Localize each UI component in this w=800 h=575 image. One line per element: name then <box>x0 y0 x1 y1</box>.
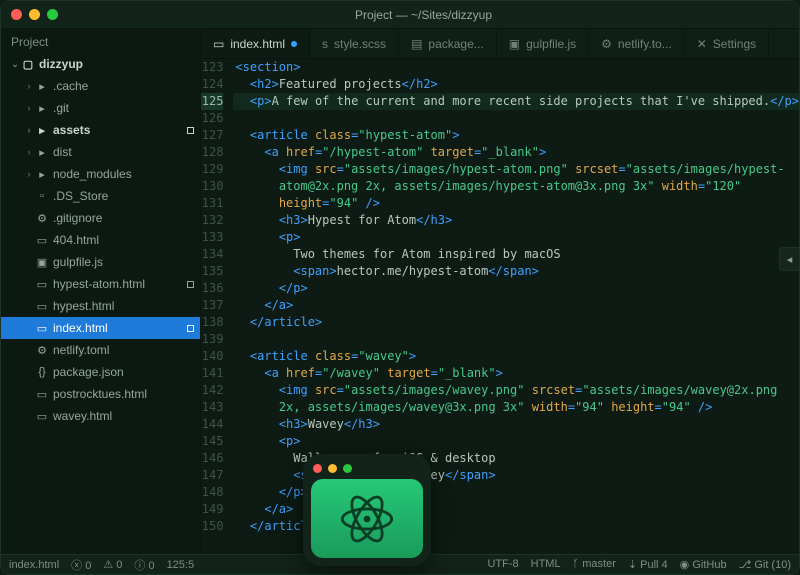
window-title: Project — ~/Sites/dizzyup <box>58 8 789 22</box>
tree-item[interactable]: ▭index.html <box>1 317 200 339</box>
status-github[interactable]: ◉ GitHub <box>680 558 727 571</box>
tree-item[interactable]: ⚙netlify.toml <box>1 339 200 361</box>
status-branch[interactable]: ᚶ master <box>573 558 616 571</box>
tab[interactable]: ▭index.html <box>201 29 310 58</box>
status-info[interactable]: ⓘ 0 <box>134 557 154 573</box>
status-errors[interactable]: ⓧ 0 <box>71 557 91 573</box>
tree-item[interactable]: ⚙.gitignore <box>1 207 200 229</box>
sidebar: Project ⌄▢dizzyup›▸.cache›▸.git›▸assets›… <box>1 29 201 554</box>
tree-item[interactable]: ▭hypest.html <box>1 295 200 317</box>
minimize-window[interactable] <box>29 9 40 20</box>
status-pull[interactable]: ⇣ Pull 4 <box>628 558 668 571</box>
tree-item[interactable]: ›▸dist <box>1 141 200 163</box>
tree-item[interactable]: ▫.DS_Store <box>1 185 200 207</box>
tab[interactable]: ▤package... <box>399 29 497 58</box>
tree-item[interactable]: ▭hypest-atom.html <box>1 273 200 295</box>
file-tree[interactable]: ⌄▢dizzyup›▸.cache›▸.git›▸assets›▸dist›▸n… <box>1 53 200 554</box>
tree-item[interactable]: ▭postrocktues.html <box>1 383 200 405</box>
tree-item[interactable]: ›▸node_modules <box>1 163 200 185</box>
close-window[interactable] <box>11 9 22 20</box>
titlebar: Project — ~/Sites/dizzyup <box>1 1 799 29</box>
tree-item[interactable]: ▭404.html <box>1 229 200 251</box>
panel-toggle[interactable]: ◂ <box>779 247 799 271</box>
sidebar-header: Project <box>1 29 200 53</box>
tree-item[interactable]: ›▸.cache <box>1 75 200 97</box>
status-file[interactable]: index.html <box>9 559 59 571</box>
tab-bar: ▭index.htmlѕstyle.scss▤package...▣gulpfi… <box>201 29 799 59</box>
project-root[interactable]: ⌄▢dizzyup <box>1 53 200 75</box>
zoom-window[interactable] <box>47 9 58 20</box>
code-editor[interactable]: 123 124 125 126 127 128 129 130 131 132 … <box>201 59 799 554</box>
tree-item[interactable]: ▣gulpfile.js <box>1 251 200 273</box>
tab[interactable]: ▣gulpfile.js <box>497 29 589 58</box>
status-warnings[interactable]: ⚠ 0 <box>103 558 122 571</box>
window-controls <box>11 9 58 20</box>
tree-item[interactable]: {}package.json <box>1 361 200 383</box>
tab[interactable]: ѕstyle.scss <box>310 29 399 58</box>
tab[interactable]: ⚙netlify.to... <box>589 29 685 58</box>
atom-app-overlay <box>303 454 431 566</box>
status-lang[interactable]: HTML <box>531 558 561 571</box>
status-git[interactable]: ⎇ Git (10) <box>739 558 791 571</box>
tree-item[interactable]: ▭wavey.html <box>1 405 200 427</box>
status-encoding[interactable]: UTF-8 <box>487 558 518 571</box>
tree-item[interactable]: ›▸assets <box>1 119 200 141</box>
line-gutter: 123 124 125 126 127 128 129 130 131 132 … <box>201 59 233 554</box>
tree-item[interactable]: ›▸.git <box>1 97 200 119</box>
atom-icon <box>339 491 395 547</box>
status-cursor[interactable]: 125:5 <box>167 559 195 571</box>
tab[interactable]: ✕Settings <box>685 29 769 58</box>
